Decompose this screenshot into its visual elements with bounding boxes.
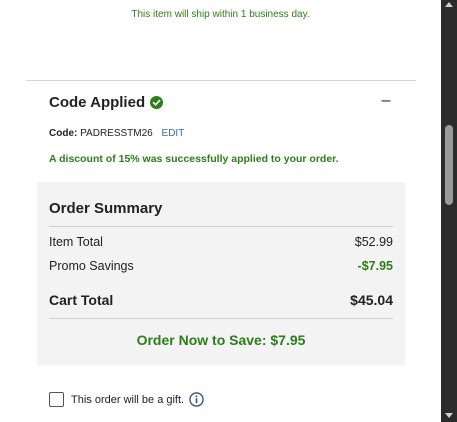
summary-divider [49,226,393,227]
cart-total-label: Cart Total [49,292,114,308]
gift-checkbox[interactable] [49,392,64,407]
scrollbar-thumb[interactable] [445,125,453,205]
promo-code-label: Code: [49,128,78,139]
info-circle-icon[interactable] [189,392,204,407]
promo-section-title: Code Applied [49,94,146,111]
section-divider [26,80,416,81]
promo-savings-value: -$7.95 [357,259,393,273]
promo-section-header: Code Applied [49,94,164,111]
order-summary-title: Order Summary [49,200,163,217]
summary-divider [49,318,393,319]
gift-option-row: This order will be a gift. [49,392,204,407]
scrollbar[interactable] [441,0,457,422]
check-circle-icon [150,96,164,109]
item-total-value: $52.99 [354,235,393,249]
scroll-down-arrow-icon[interactable] [445,413,453,418]
promo-code-value: PADRESSTM26 [80,128,153,139]
order-now-save-message: Order Now to Save: $7.95 [136,332,306,348]
cart-total-row: Cart Total $45.04 [49,292,393,308]
item-total-row: Item Total $52.99 [49,235,393,249]
discount-success-message: A discount of 15% was successfully appli… [49,153,339,165]
promo-savings-row: Promo Savings -$7.95 [49,259,393,273]
gift-label[interactable]: This order will be a gift. [71,394,184,406]
collapse-button[interactable]: – [379,93,393,109]
shipping-note: This item will ship within 1 business da… [131,9,310,20]
edit-promo-link[interactable]: EDIT [162,128,185,139]
cart-total-value: $45.04 [350,292,393,308]
promo-savings-label: Promo Savings [49,259,134,273]
promo-code-line: Code: PADRESSTM26 EDIT [49,128,184,139]
scroll-up-arrow-icon[interactable] [445,2,453,7]
item-total-label: Item Total [49,235,103,249]
